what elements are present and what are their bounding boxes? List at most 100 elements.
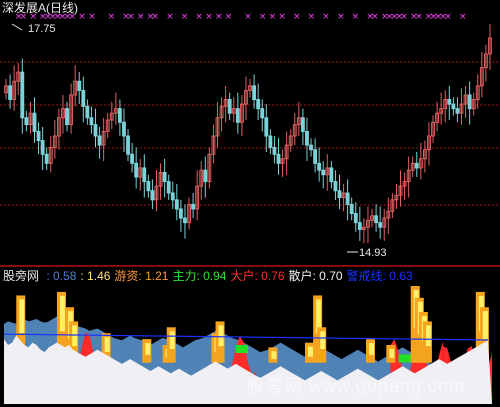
candle-body xyxy=(309,144,313,151)
candle-body xyxy=(451,103,456,110)
signal-marker: × xyxy=(415,12,423,22)
candle-body xyxy=(317,162,322,171)
candle-body xyxy=(150,190,155,201)
signal-marker: × xyxy=(108,12,116,22)
candle-body xyxy=(40,140,45,155)
candle-body xyxy=(97,135,102,146)
candle-body xyxy=(455,108,460,114)
signal-marker: × xyxy=(400,12,408,22)
legend-item: 大户: 0.76 xyxy=(230,269,285,283)
hotmoney-core xyxy=(145,343,151,355)
candle-body xyxy=(93,124,98,137)
candle-body xyxy=(378,222,383,228)
candle-body xyxy=(134,162,139,178)
candle-body xyxy=(467,94,472,110)
signal-marker: × xyxy=(181,12,189,22)
candle-body xyxy=(256,99,261,110)
candle-body xyxy=(235,108,240,123)
candle-body xyxy=(203,169,208,183)
candle-body xyxy=(162,171,167,183)
signal-marker: × xyxy=(352,12,360,22)
high-price-pointer xyxy=(11,23,23,31)
candle-body xyxy=(276,153,281,164)
legend-item: 游资: 1.21 xyxy=(114,269,169,283)
hotmoney-core xyxy=(308,346,313,357)
chart-title: 深发展A(日线) xyxy=(2,1,78,15)
signal-marker: × xyxy=(259,12,267,22)
candle-body xyxy=(252,85,257,101)
legend-item: : 1.46 xyxy=(80,269,111,283)
candle-body xyxy=(20,71,25,119)
candle-body xyxy=(32,112,37,132)
signal-marker: × xyxy=(195,12,203,22)
candle-body xyxy=(357,222,362,230)
candle-body xyxy=(178,208,183,219)
signal-marker: × xyxy=(166,12,174,22)
legend-item: 散户: 0.70 xyxy=(288,269,343,283)
candle-body xyxy=(142,167,147,183)
signal-marker: × xyxy=(371,12,379,22)
signal-markers: ×× × ××××××× × × × ×× × ×× × × × × × × × × × × × × × × × ×× ×××××… xyxy=(15,12,467,22)
signal-marker: × xyxy=(152,12,160,22)
hotmoney-core xyxy=(425,325,431,347)
candle-body xyxy=(227,99,232,114)
candle-body xyxy=(260,108,265,119)
hotmoney-core xyxy=(482,311,488,339)
candle-body xyxy=(166,181,171,194)
candle-body xyxy=(345,192,350,205)
candle-body xyxy=(8,85,13,101)
period-label: (日线) xyxy=(46,1,79,15)
legend-item: : 0.58 xyxy=(46,269,77,283)
watermark-text: 股旁网 www.gupang.com xyxy=(246,376,466,396)
candle-body xyxy=(191,203,196,210)
hotmoney-core xyxy=(271,351,277,360)
candle-body xyxy=(117,108,122,123)
hotmoney-core xyxy=(72,325,78,347)
signal-marker: × xyxy=(269,12,277,22)
signal-marker: × xyxy=(137,12,145,22)
main-green-band xyxy=(235,345,248,353)
candle-body xyxy=(126,135,130,155)
hotmoney-core xyxy=(19,299,25,334)
candle-body xyxy=(272,146,277,155)
signal-marker: × xyxy=(205,12,213,22)
candle-body xyxy=(321,169,326,176)
candle-body xyxy=(414,162,419,169)
hotmoney-core xyxy=(104,337,110,352)
candle-body xyxy=(77,80,82,91)
legend-item: 主力: 0.94 xyxy=(172,269,227,283)
candle-body xyxy=(81,89,86,107)
candle-body xyxy=(130,153,135,164)
candle-body xyxy=(268,135,273,148)
hotmoney-core xyxy=(320,331,326,349)
candle-body xyxy=(329,167,334,183)
signal-marker: × xyxy=(337,12,345,22)
candle-body xyxy=(44,153,49,164)
candle-body xyxy=(374,215,379,224)
signal-marker: × xyxy=(444,12,452,22)
candle-body xyxy=(305,130,309,146)
price-annotations: 17.75 14.93 xyxy=(11,23,387,259)
candle-body xyxy=(24,117,29,126)
candle-body xyxy=(183,217,187,224)
candle-body xyxy=(122,121,126,137)
candle-body xyxy=(300,117,305,132)
signal-marker: × xyxy=(78,12,86,22)
signal-marker: × xyxy=(278,12,286,22)
signal-marker: × xyxy=(293,12,301,22)
candle-body xyxy=(65,108,69,126)
signal-marker: × xyxy=(225,12,233,22)
legend-item: 警戒线: 0.63 xyxy=(346,269,413,283)
stock-chart: ×× × ××××××× × × × ×× × ×× × × × × × × × × × × × × × × × ×× ×××××… xyxy=(0,12,500,404)
candle-body xyxy=(174,199,179,210)
candle-body xyxy=(337,190,342,199)
hotmoney-core xyxy=(369,343,374,355)
candle-body xyxy=(146,181,151,192)
candle-body xyxy=(264,117,269,137)
candle-body xyxy=(313,149,318,164)
candle-body xyxy=(170,192,175,201)
signal-marker: × xyxy=(127,12,135,22)
candle-body xyxy=(349,203,354,215)
indicator-name: 股旁网 xyxy=(3,269,40,283)
candle-body xyxy=(89,117,94,126)
